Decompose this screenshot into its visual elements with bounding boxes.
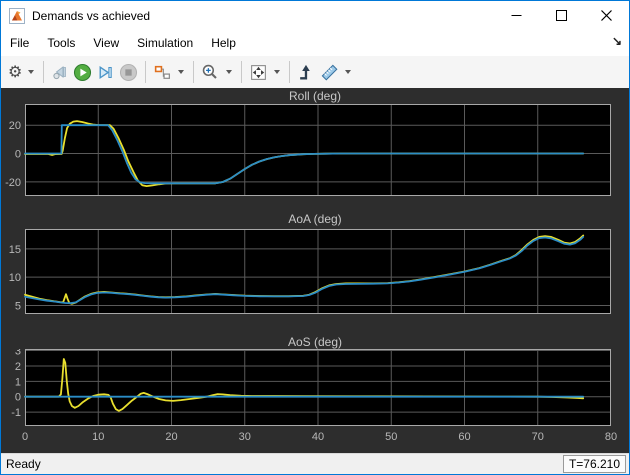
minimize-icon bbox=[511, 15, 522, 16]
svg-text:-20: -20 bbox=[5, 177, 21, 189]
step-forward-icon bbox=[99, 65, 113, 79]
settings-dropdown-caret[interactable] bbox=[28, 70, 35, 74]
menu-tools[interactable]: Tools bbox=[38, 31, 84, 55]
settings-button[interactable]: ⚙ bbox=[6, 59, 24, 85]
svg-text:-1: -1 bbox=[11, 407, 21, 419]
zoom-in-icon bbox=[203, 64, 218, 79]
svg-text:3: 3 bbox=[15, 349, 21, 358]
status-bar: Ready T=76.210 bbox=[1, 453, 629, 474]
scope-canvas: Roll (deg) -20 0 20 AoA (deg) 5 10 15 AoS (d… bbox=[1, 88, 629, 454]
measurements-dropdown-caret[interactable] bbox=[345, 70, 352, 74]
fit-to-view-icon bbox=[251, 64, 267, 80]
snapshot-dropdown-caret[interactable] bbox=[178, 70, 185, 74]
zoom-dropdown-caret[interactable] bbox=[226, 70, 233, 74]
aoa-plot: 5 10 15 bbox=[9, 229, 611, 314]
menu-bar: File Tools View Simulation Help ↘ bbox=[1, 30, 629, 56]
svg-text:60: 60 bbox=[458, 431, 470, 443]
simulink-blocks-icon bbox=[155, 65, 171, 79]
run-button[interactable] bbox=[71, 59, 94, 85]
toolbar-separator bbox=[145, 61, 147, 83]
step-back-icon bbox=[53, 65, 67, 80]
svg-text:50: 50 bbox=[385, 431, 397, 443]
svg-text:0: 0 bbox=[15, 392, 21, 404]
svg-text:15: 15 bbox=[9, 244, 21, 256]
window-title: Demands vs achieved bbox=[32, 8, 151, 23]
close-icon bbox=[601, 10, 612, 21]
svg-text:20: 20 bbox=[9, 120, 21, 132]
aos-plot: 0 10 20 30 40 50 60 70 80-10123 bbox=[11, 349, 617, 443]
aoa-plot-title: AoA (deg) bbox=[288, 212, 342, 226]
title-bar: Demands vs achieved bbox=[1, 1, 629, 30]
svg-text:2: 2 bbox=[15, 361, 21, 373]
maximize-icon bbox=[556, 10, 567, 21]
toolbar-separator bbox=[193, 61, 195, 83]
minimize-button[interactable] bbox=[494, 1, 539, 30]
menu-help[interactable]: Help bbox=[202, 31, 245, 55]
trigger-icon bbox=[300, 64, 311, 79]
zoom-button[interactable] bbox=[199, 59, 222, 85]
run-icon bbox=[74, 63, 92, 81]
svg-text:40: 40 bbox=[312, 431, 324, 443]
svg-text:30: 30 bbox=[239, 431, 251, 443]
simulink-snapshot-button[interactable] bbox=[151, 59, 174, 85]
ruler-icon bbox=[322, 64, 338, 80]
menu-view[interactable]: View bbox=[84, 31, 128, 55]
stop-icon bbox=[120, 63, 138, 81]
svg-text:0: 0 bbox=[22, 431, 28, 443]
menu-simulation[interactable]: Simulation bbox=[128, 31, 202, 55]
svg-text:1: 1 bbox=[15, 376, 21, 388]
fit-to-view-button[interactable] bbox=[247, 59, 270, 85]
simulink-scope-icon bbox=[9, 7, 25, 24]
toolbar: ⚙ bbox=[1, 56, 629, 88]
roll-plot-title: Roll (deg) bbox=[288, 89, 342, 103]
aos-plot-title: AoS (deg) bbox=[287, 335, 343, 349]
status-text: Ready bbox=[6, 457, 41, 471]
toolbar-separator bbox=[43, 61, 45, 83]
close-button[interactable] bbox=[584, 1, 629, 30]
scope-window: Demands vs achieved File Tools View Simu… bbox=[0, 0, 630, 475]
stop-button[interactable] bbox=[117, 59, 140, 85]
menu-file[interactable]: File bbox=[1, 31, 38, 55]
svg-text:10: 10 bbox=[92, 431, 104, 443]
dock-arrow-icon[interactable]: ↘ bbox=[612, 34, 622, 48]
gear-icon: ⚙ bbox=[8, 62, 23, 81]
svg-text:5: 5 bbox=[15, 301, 21, 313]
fit-dropdown-caret[interactable] bbox=[274, 70, 281, 74]
toolbar-separator bbox=[289, 61, 291, 83]
measurements-button[interactable] bbox=[318, 59, 341, 85]
roll-plot: -20 0 20 bbox=[5, 104, 611, 196]
simulation-time: T=76.210 bbox=[562, 455, 626, 473]
svg-text:10: 10 bbox=[9, 272, 21, 284]
step-back-button[interactable] bbox=[49, 59, 71, 85]
svg-text:0: 0 bbox=[15, 149, 21, 161]
svg-text:80: 80 bbox=[605, 431, 617, 443]
maximize-button[interactable] bbox=[539, 1, 584, 30]
trigger-button[interactable] bbox=[295, 59, 318, 85]
toolbar-separator bbox=[241, 61, 243, 83]
svg-text:20: 20 bbox=[165, 431, 177, 443]
svg-text:70: 70 bbox=[532, 431, 544, 443]
step-forward-button[interactable] bbox=[94, 59, 117, 85]
